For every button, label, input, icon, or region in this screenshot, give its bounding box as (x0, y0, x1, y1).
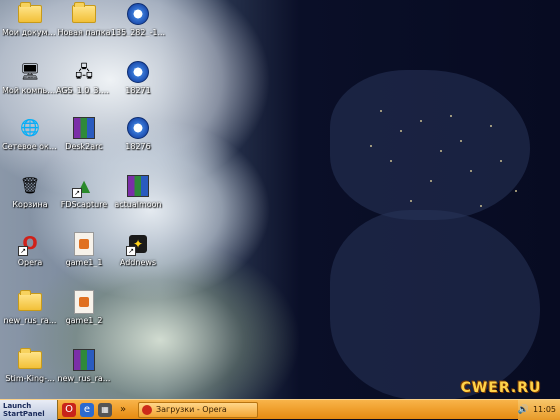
city-light (515, 190, 517, 192)
desktop-icon-new-rus-ra-folder[interactable]: new_rus_ra... (2, 290, 58, 325)
network-icon: 🖧 (75, 62, 93, 81)
media-file-icon: ▶ (126, 60, 150, 84)
media-file-icon: ▶ (126, 116, 150, 140)
folder-icon (18, 2, 42, 26)
city-light (410, 200, 412, 202)
computer-icon: 🖥 (19, 62, 41, 81)
icon-label: Сетевое окружение (2, 142, 58, 151)
city-light (460, 140, 462, 142)
city-light (370, 145, 372, 147)
icon-label: Desk2arc (65, 142, 103, 151)
recycle-bin-icon: 🗑 (19, 176, 41, 195)
city-light (500, 160, 502, 162)
icon-label: game1_2 (65, 316, 103, 325)
icon-label: Opera (17, 258, 43, 267)
task-label: Загрузки - Opera (156, 405, 227, 414)
city-light (390, 160, 392, 162)
icon-label: new_rus_ra... (57, 374, 111, 383)
icon-label: Новая папка (57, 28, 111, 37)
opera-icon[interactable]: O (62, 402, 76, 417)
city-light (430, 180, 432, 182)
desktop-background: Мои документы 🖥 Мой компьютер 🌐 Сетевое … (0, 0, 560, 399)
folder-icon (72, 2, 96, 26)
taskbar: Launch StartPanel O e ▦ » Загрузки - Ope… (0, 399, 560, 420)
winrar-icon (72, 116, 96, 140)
desktop-icon-opera[interactable]: O ↗ Opera (2, 232, 58, 267)
capture-icon: ▲ ↗ (72, 174, 96, 198)
desktop-icon-actualmoon[interactable]: actualmoon (110, 174, 166, 209)
taskbar-button-opera-downloads[interactable]: Загрузки - Opera (138, 401, 258, 418)
shortcut-arrow-icon: ↗ (18, 246, 28, 256)
media-file-icon: ▶ (126, 2, 150, 26)
icon-label: new_rus_ra... (3, 316, 57, 325)
desktop-icon-my-computer[interactable]: 🖥 Мой компьютер (2, 60, 58, 95)
icon-label: AGS_1.0_3.4P1... (56, 86, 112, 95)
desktop-icon-fdscapture[interactable]: ▲ ↗ FDScapture (56, 174, 112, 209)
calculator-icon[interactable]: ▦ (98, 402, 112, 417)
icon-label: 135_282_-1... (110, 28, 166, 37)
icon-label: Мой компьютер (2, 86, 58, 95)
site-watermark: CWER.RU (460, 380, 542, 396)
city-light (480, 205, 482, 207)
desktop-icon-game1-2[interactable]: game1_2 (56, 290, 112, 325)
desktop-icon-addnews[interactable]: ✦ ↗ Addnews (110, 232, 166, 267)
city-light (380, 110, 382, 112)
folder-icon (18, 348, 42, 372)
network-places-icon: 🌐 (20, 118, 40, 137)
tray-clock[interactable]: 11:05 (533, 405, 556, 414)
opera-icon (142, 404, 152, 415)
desktop-icon-new-folder[interactable]: Новая папка (56, 2, 112, 37)
winrar-icon (72, 348, 96, 372)
desktop-icon-stim-king[interactable]: Stim-King-... (2, 348, 58, 383)
shortcut-arrow-icon: ↗ (126, 246, 136, 256)
volume-icon[interactable]: 🔊 (518, 405, 529, 415)
icon-label: 18276 (125, 142, 151, 151)
icon-label: 18271 (125, 86, 151, 95)
city-light (450, 115, 452, 117)
icon-label: game1_1 (65, 258, 103, 267)
icon-label: FDScapture (60, 200, 108, 209)
desktop-icon-new-rus-ra-archive[interactable]: new_rus_ra... (56, 348, 112, 383)
desktop-icon-network-places[interactable]: 🌐 Сетевое окружение (2, 116, 58, 151)
city-light (400, 130, 402, 132)
desktop-icon-my-documents[interactable]: Мои документы (2, 2, 58, 37)
city-light (440, 150, 442, 152)
desktop-icon-135-282[interactable]: ▶ 135_282_-1... (110, 2, 166, 37)
desktop-icon-game1-1[interactable]: game1_1 (56, 232, 112, 267)
shortcut-arrow-icon: ↗ (72, 188, 82, 198)
folder-icon (18, 290, 42, 314)
desktop-icon-recycle-bin[interactable]: 🗑 Корзина (2, 174, 58, 209)
desktop-icon-ags[interactable]: 🖧 AGS_1.0_3.4P1... (56, 60, 112, 95)
icon-label: Корзина (12, 200, 48, 209)
desktop-icon-18276[interactable]: ▶ 18276 (110, 116, 166, 151)
city-light (470, 170, 472, 172)
doc-icon (72, 290, 96, 314)
icon-label: actualmoon (114, 200, 162, 209)
doc-icon (72, 232, 96, 256)
start-panel-button[interactable]: Launch StartPanel (0, 399, 58, 420)
desktop-icon-18271[interactable]: ▶ 18271 (110, 60, 166, 95)
icon-label: Мои документы (2, 28, 58, 37)
africa-landmass (330, 210, 540, 399)
europe-landmass (330, 70, 530, 220)
city-light (420, 120, 422, 122)
opera-icon: O ↗ (18, 232, 42, 256)
winrar-icon (126, 174, 150, 198)
addnews-icon: ✦ ↗ (126, 232, 150, 256)
icon-label: Addnews (119, 258, 157, 267)
quicklaunch-chevron[interactable]: » (116, 403, 130, 417)
ie-icon[interactable]: e (80, 402, 94, 417)
desktop-icon-desk2arc[interactable]: Desk2arc (56, 116, 112, 151)
city-light (490, 125, 492, 127)
system-tray: 🔊 11:05 (517, 399, 560, 420)
icon-label: Stim-King-... (5, 374, 55, 383)
